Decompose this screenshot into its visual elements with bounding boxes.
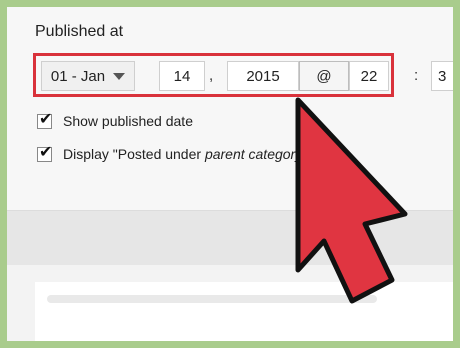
logo-how: How [415, 327, 450, 343]
logo-wiki: wiki [386, 327, 416, 343]
cursor-arrow-icon [295, 97, 408, 304]
wikihow-logo: wikiHow [386, 327, 450, 343]
